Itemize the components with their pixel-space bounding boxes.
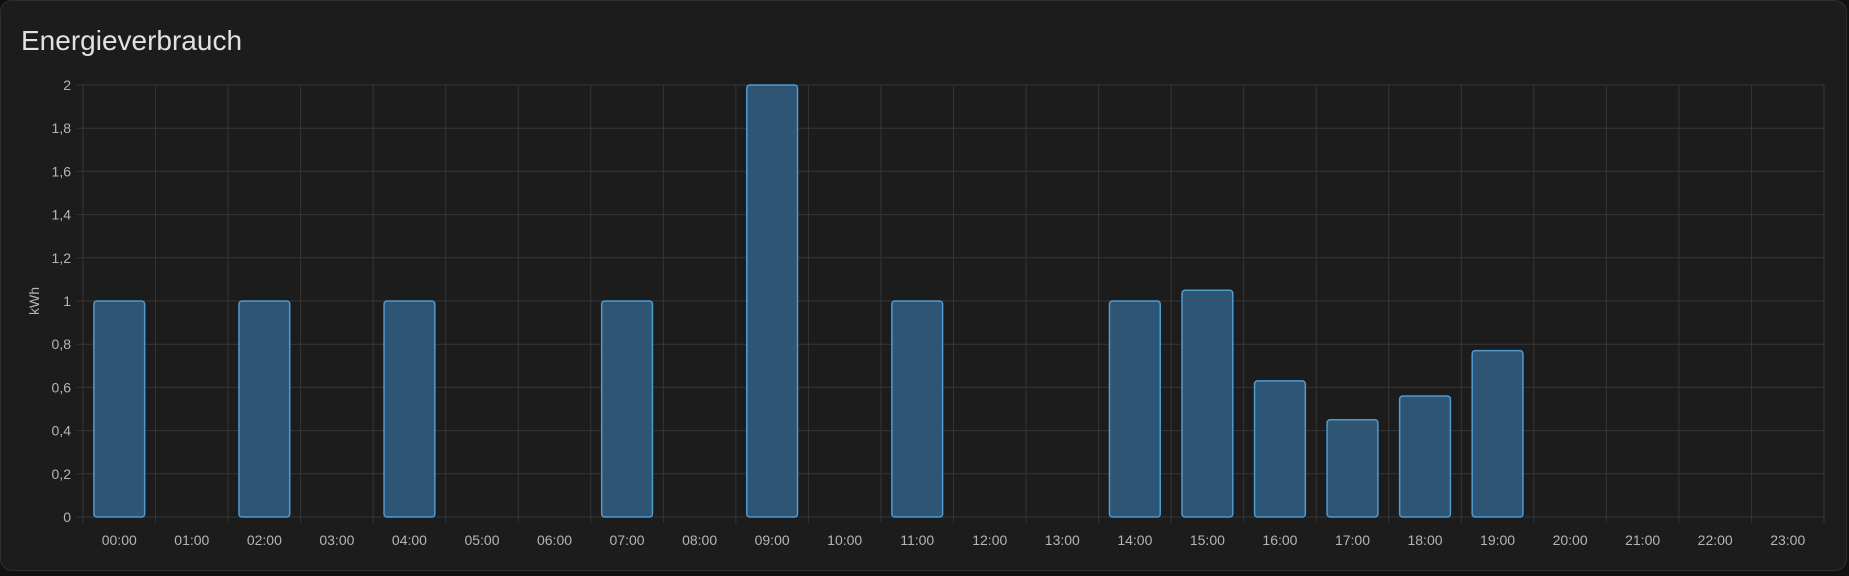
y-tick-label: 0: [63, 509, 71, 525]
energy-card: Energieverbrauch 0 0,2 0,4 0,6 0,8 1 1,2 1,4 1,6…: [0, 0, 1847, 571]
x-tick-label: 21:00: [1625, 532, 1660, 548]
x-tick-label: 01:00: [174, 532, 209, 548]
x-tick-label: 03:00: [319, 532, 354, 548]
y-tick-label: 0,6: [52, 379, 72, 395]
y-tick-label: 0,4: [52, 423, 72, 439]
x-tick-label: 22:00: [1698, 532, 1733, 548]
bar-1800[interactable]: [1398, 395, 1452, 518]
bar-1500[interactable]: [1181, 289, 1234, 518]
bar-0700[interactable]: [600, 300, 654, 518]
bar-0200[interactable]: [238, 300, 291, 518]
y-tick-label: 1,4: [52, 207, 72, 223]
bar-0400[interactable]: [383, 300, 436, 518]
x-tick-label: 04:00: [392, 532, 427, 548]
bar-1100[interactable]: [891, 300, 944, 518]
x-tick-label: 07:00: [610, 532, 645, 548]
x-tick-label: 18:00: [1407, 532, 1442, 548]
y-tick-label: 1,2: [52, 250, 72, 266]
x-tick-label: 14:00: [1117, 532, 1152, 548]
y-tick-label: 0,8: [52, 336, 72, 352]
x-tick-label: 06:00: [537, 532, 572, 548]
x-tick-label: 08:00: [682, 532, 717, 548]
y-tick-label: 1: [63, 293, 71, 309]
x-tick-label: 13:00: [1045, 532, 1080, 548]
y-tick-label: 0,2: [52, 466, 72, 482]
x-tick-label: 02:00: [247, 532, 282, 548]
x-tick-label: 00:00: [102, 532, 137, 548]
x-tick-label: 23:00: [1770, 532, 1805, 548]
x-tick-label: 17:00: [1335, 532, 1370, 548]
bar-1700[interactable]: [1326, 419, 1379, 518]
x-tick-label: 10:00: [827, 532, 862, 548]
x-tick-label: 05:00: [464, 532, 499, 548]
x-tick-label: 15:00: [1190, 532, 1225, 548]
bar-1400[interactable]: [1108, 300, 1161, 518]
y-tick-label: 2: [63, 77, 71, 93]
x-tick-label: 16:00: [1262, 532, 1297, 548]
x-tick-label: 19:00: [1480, 532, 1515, 548]
y-axis-label: kWh: [26, 287, 42, 315]
x-tick-label: 11:00: [900, 532, 934, 548]
bar-1600[interactable]: [1253, 380, 1307, 518]
energy-bar-chart: 0 0,2 0,4 0,6 0,8 1 1,2 1,4 1,6 1,8 2 00:00 01:00 02:…: [26, 77, 1825, 548]
bar-0900[interactable]: [746, 84, 799, 518]
x-tick-label: 20:00: [1553, 532, 1588, 548]
x-tick-label: 12:00: [972, 532, 1007, 548]
x-tick-label: 09:00: [755, 532, 790, 548]
bar-0000[interactable]: [93, 300, 146, 518]
chart-grid: [82, 84, 1825, 523]
bar-1900[interactable]: [1471, 349, 1524, 518]
y-tick-label: 1,8: [52, 120, 72, 136]
y-tick-label: 1,6: [52, 163, 72, 179]
